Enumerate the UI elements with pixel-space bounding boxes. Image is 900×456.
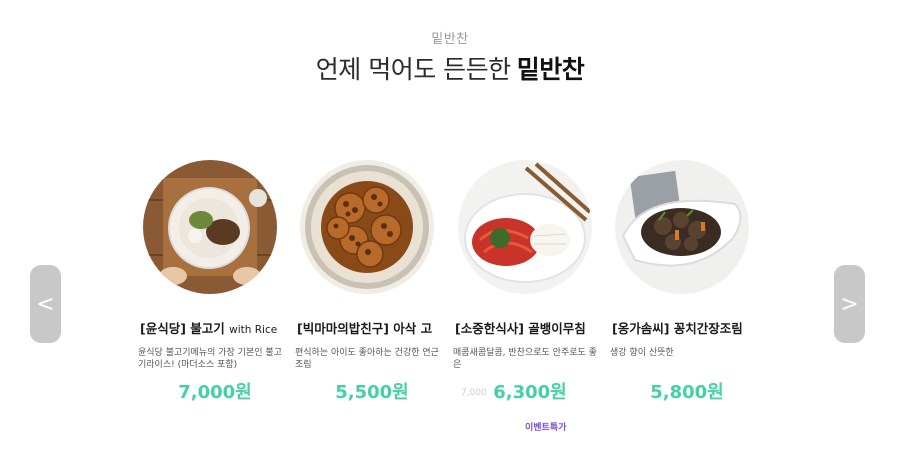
product-price: 6,300원 [493,382,567,403]
section-eyebrow: 밑반찬 [431,32,469,47]
product-name[interactable]: [윤식당] 불고기 with Rice [140,318,290,337]
product-image[interactable] [458,160,592,294]
chevron-left-icon: < [36,291,55,317]
product-price: 5,500원 [335,382,409,403]
product-image[interactable] [300,160,434,294]
product-description: 편식하는 아이도 좋아하는 건강한 연근조림 [295,348,439,370]
headline-strong: 밑반찬 [516,55,585,84]
chevron-right-icon: > [840,291,859,317]
product-description: 윤식당 불고기메뉴의 가장 기본인 불고기라이스! (마더소스 포함) [138,348,282,370]
product-name[interactable]: [빅마마의밥친구] 아삭 고 [297,318,447,337]
carousel-next-button[interactable]: > [834,265,865,343]
product-description: 매콤새콤달콤, 반찬으로도 안주로도 좋은 [453,348,597,370]
event-badge: 이벤트특가 [525,423,567,433]
product-image[interactable] [143,160,277,294]
product-price: 7,000원 [178,382,252,403]
product-price: 5,800원 [650,382,724,403]
headline-text: 언제 먹어도 든든한 [315,55,511,84]
product-description: 생강 향이 산뜻한 [610,348,674,358]
product-name[interactable]: [소중한식사] 골뱅이무침 [455,318,605,337]
section-headline: 언제 먹어도 든든한 밑반찬 [0,50,900,86]
product-name[interactable]: [옹가솜씨] 꽁치간장조림 [612,318,762,337]
product-image[interactable] [615,160,749,294]
carousel-prev-button[interactable]: < [30,265,61,343]
